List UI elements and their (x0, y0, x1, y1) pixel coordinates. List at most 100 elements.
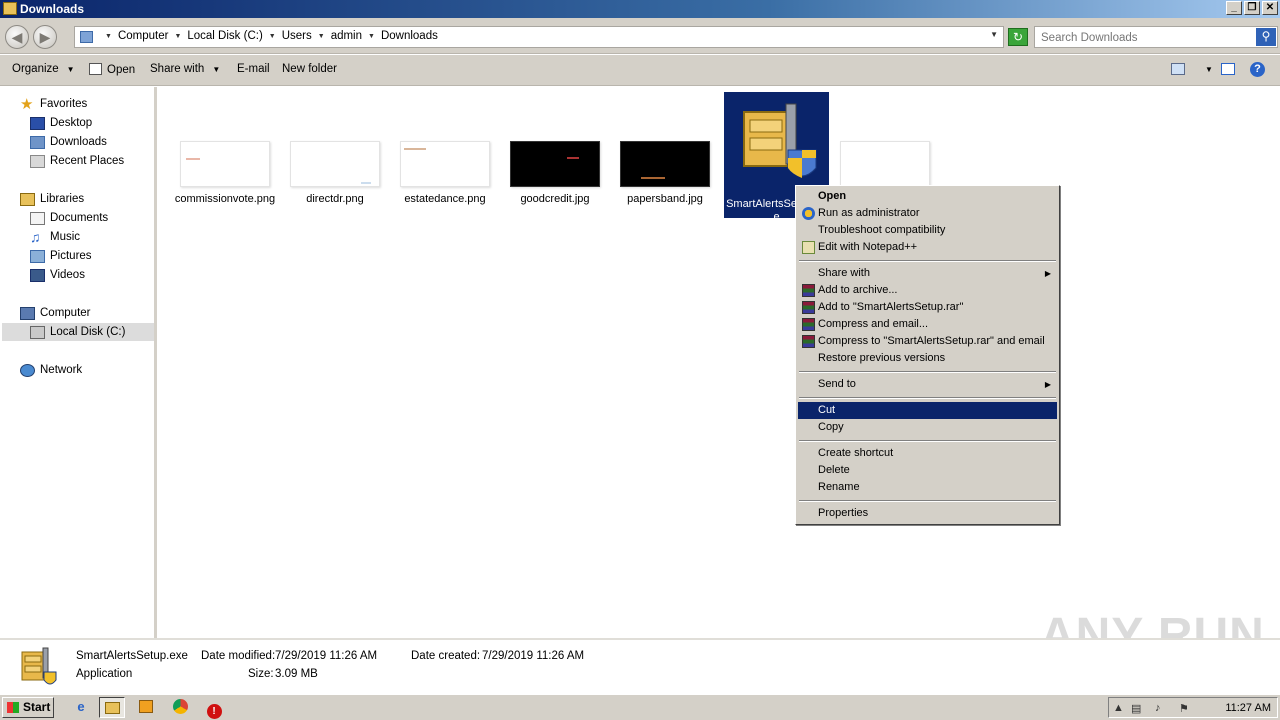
detail-size-label: Size: (248, 668, 274, 680)
detail-date-modified: 7/29/2019 11:26 AM (275, 650, 378, 662)
menu-rename[interactable]: Rename (798, 479, 1057, 496)
menu-delete[interactable]: Delete (798, 462, 1057, 479)
email-button[interactable]: E-mail (237, 63, 270, 75)
nav-network[interactable]: Network (20, 361, 82, 379)
menu-share-with[interactable]: Share with ▶ (798, 265, 1057, 282)
nav-computer[interactable]: Computer (20, 304, 91, 322)
breadcrumb-admin[interactable]: admin (331, 30, 362, 42)
chevron-right-icon[interactable]: ▼ (174, 33, 181, 40)
breadcrumb-users[interactable]: Users (282, 30, 312, 42)
nav-local-disk[interactable]: Local Disk (C:) (2, 323, 154, 341)
show-hidden-icons[interactable]: ▲ (1113, 702, 1124, 714)
nav-desktop-label: Desktop (50, 117, 93, 129)
clock[interactable]: 11:27 AM (1225, 702, 1271, 714)
menu-properties[interactable]: Properties (798, 505, 1057, 522)
submenu-arrow-icon: ▶ (1044, 380, 1051, 389)
detail-date-created-label: Date created: (411, 650, 481, 662)
network-tray-icon[interactable]: ▤ (1131, 702, 1141, 715)
command-bar: Organize ▼ Open Share with ▼ E-mail New fo… (0, 55, 1280, 86)
open-label: Open (107, 64, 136, 76)
open-button[interactable]: Open (89, 63, 135, 76)
file-item[interactable]: goodcredit.jpg (502, 141, 608, 206)
explorer-taskbar-button[interactable] (99, 697, 125, 718)
breadcrumb-computer[interactable]: Computer (118, 30, 169, 42)
menu-cut[interactable]: Cut (798, 402, 1057, 419)
file-item[interactable]: estatedance.png (392, 141, 498, 206)
chrome-icon[interactable] (167, 697, 193, 718)
chevron-right-icon[interactable]: ▼ (105, 33, 112, 40)
forward-button[interactable]: ▶ (33, 25, 57, 49)
volume-icon[interactable]: ♪ (1155, 702, 1161, 714)
menu-run-as-admin[interactable]: Run as administrator (798, 205, 1057, 222)
search-icon[interactable]: ⚲ (1256, 28, 1276, 46)
close-button[interactable]: ✕ (1262, 1, 1278, 15)
downloads-folder-icon (30, 135, 45, 149)
help-icon[interactable]: ? (1250, 62, 1265, 77)
nav-documents[interactable]: Documents (30, 209, 108, 227)
network-icon (20, 363, 35, 377)
organize-button[interactable]: Organize ▼ (12, 63, 75, 75)
search-input[interactable] (1041, 30, 1251, 45)
nav-libraries[interactable]: Libraries (20, 190, 84, 208)
restore-button[interactable]: ❐ (1244, 1, 1260, 15)
change-view-icon[interactable] (1171, 63, 1185, 75)
computer-icon (20, 306, 35, 320)
menu-edit-notepadpp[interactable]: Edit with Notepad++ (798, 239, 1057, 256)
nav-music[interactable]: ♫ Music (30, 228, 80, 246)
menu-troubleshoot[interactable]: Troubleshoot compatibility (798, 222, 1057, 239)
menu-separator (799, 260, 1056, 262)
back-button[interactable]: ◀ (5, 25, 29, 49)
search-box[interactable]: ⚲ (1034, 26, 1278, 48)
file-item[interactable]: directdr.png (282, 141, 388, 206)
new-folder-button[interactable]: New folder (282, 63, 337, 75)
minimize-button[interactable]: _ (1226, 1, 1242, 15)
winrar-icon (802, 284, 815, 297)
breadcrumb-downloads[interactable]: Downloads (381, 30, 438, 42)
chevron-right-icon[interactable]: ▼ (368, 33, 375, 40)
nav-desktop[interactable]: Desktop (30, 114, 92, 132)
nav-videos[interactable]: Videos (30, 266, 85, 284)
share-with-label: Share with (150, 63, 205, 75)
nav-favorites[interactable]: ★ Favorites (20, 95, 87, 113)
file-item[interactable]: papersband.jpg (612, 141, 718, 206)
menu-separator (799, 440, 1056, 442)
menu-compress-rar-email[interactable]: Compress to "SmartAlertsSetup.rar" and e… (798, 333, 1057, 350)
view-options-dropdown[interactable]: ▼ (1197, 63, 1213, 75)
preview-pane-icon[interactable] (1221, 63, 1235, 75)
menu-add-rar[interactable]: Add to "SmartAlertsSetup.rar" (798, 299, 1057, 316)
chevron-right-icon[interactable]: ▼ (269, 33, 276, 40)
nav-downloads-label: Downloads (50, 136, 107, 148)
menu-separator (799, 500, 1056, 502)
menu-add-archive[interactable]: Add to archive... (798, 282, 1057, 299)
media-player-icon[interactable] (133, 697, 159, 718)
music-icon: ♫ (30, 228, 41, 245)
menu-create-shortcut[interactable]: Create shortcut (798, 445, 1057, 462)
star-icon: ★ (20, 95, 34, 113)
nav-downloads[interactable]: Downloads (30, 133, 107, 151)
menu-send-to[interactable]: Send to ▶ (798, 376, 1057, 393)
context-menu: Open Run as administrator Troubleshoot c… (795, 185, 1060, 525)
file-item[interactable]: commissionvote.png (172, 141, 278, 206)
chevron-right-icon[interactable]: ▼ (318, 33, 325, 40)
menu-share-with-label: Share with (818, 267, 870, 279)
videos-icon (30, 268, 45, 282)
nav-local-disk-label: Local Disk (C:) (50, 326, 126, 338)
nav-pictures-label: Pictures (50, 250, 92, 262)
stop-app-icon[interactable]: ! (201, 697, 227, 719)
address-bar[interactable]: ▼ Computer ▼ Local Disk (C:) ▼ Users ▼ a… (74, 26, 1004, 48)
chevron-down-icon[interactable]: ▼ (990, 30, 998, 39)
window-title: Downloads (20, 2, 85, 16)
menu-open[interactable]: Open (798, 188, 1057, 205)
action-center-flag-icon[interactable]: ⚑ (1179, 702, 1189, 715)
menu-copy[interactable]: Copy (798, 419, 1057, 436)
menu-compress-email[interactable]: Compress and email... (798, 316, 1057, 333)
start-button[interactable]: Start (2, 697, 54, 718)
archive-installer-icon (21, 647, 57, 685)
menu-restore-versions[interactable]: Restore previous versions (798, 350, 1057, 367)
internet-explorer-icon[interactable]: e (68, 697, 94, 718)
share-with-button[interactable]: Share with ▼ (150, 63, 220, 75)
nav-recent-places[interactable]: Recent Places (30, 152, 124, 170)
nav-pictures[interactable]: Pictures (30, 247, 92, 265)
breadcrumb-local-disk[interactable]: Local Disk (C:) (187, 30, 262, 42)
refresh-button[interactable]: ↻ (1008, 28, 1028, 46)
